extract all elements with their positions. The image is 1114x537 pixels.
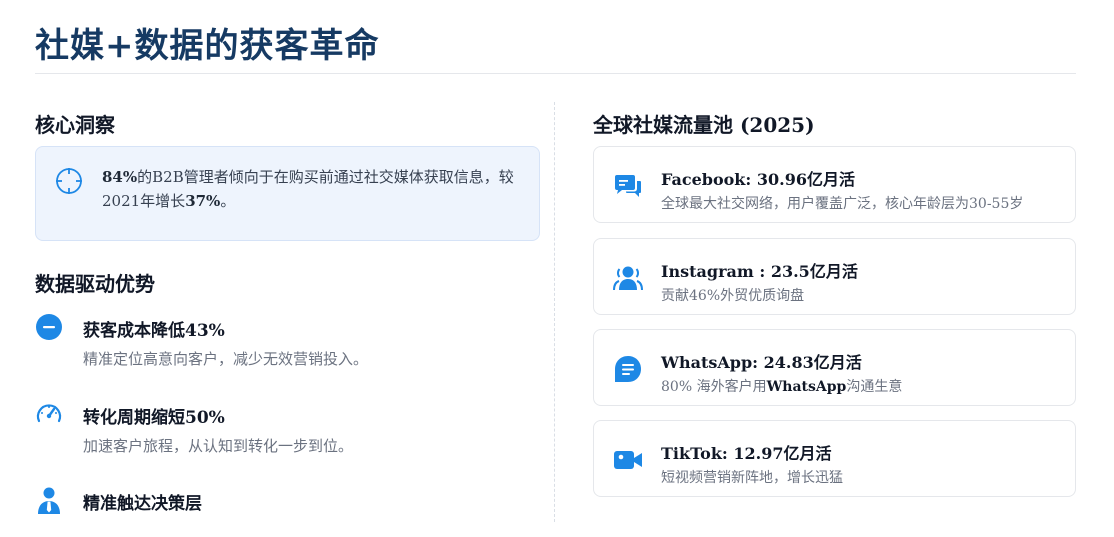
insight-main-text: 的B2B管理者倾向于在购买前通过社交媒体获取信息，较2021年增长 [102, 168, 514, 210]
insight-heading: 核心洞察 [35, 113, 115, 137]
advantage-title: 获客成本降低43% [83, 321, 225, 341]
advantage-desc: 加速客户旅程，从认知到转化一步到位。 [83, 437, 354, 455]
platform-title: Facebook: 30.96亿月活 [661, 170, 855, 189]
insight-card: 84%的B2B管理者倾向于在购买前通过社交媒体获取信息，较2021年增长37%。 [35, 146, 540, 241]
platform-desc-pre: 80% 海外客户用 [661, 379, 767, 395]
advantage-desc: 精准定位高意向客户，减少无效营销投入。 [83, 350, 369, 368]
advantage-title: 精准触达决策层 [83, 494, 202, 514]
insight-growth: 37% [185, 192, 221, 210]
platform-desc: 贡献46%外贸优质询盘 [661, 288, 805, 304]
page-title: 社媒+数据的获客革命 [35, 26, 380, 66]
platform-card-instagram: Instagram : 23.5亿月活 贡献46%外贸优质询盘 [593, 238, 1076, 315]
platform-card-facebook: Facebook: 30.96亿月活 全球最大社交网络，用户覆盖广泛，核心年龄层… [593, 146, 1076, 223]
platform-desc: 短视频营销新阵地，增长迅猛 [661, 470, 843, 486]
platform-card-whatsapp: WhatsApp: 24.83亿月活 80% 海外客户用WhatsApp沟通生意 [593, 329, 1076, 406]
speedometer-icon [36, 404, 62, 423]
traffic-heading: 全球社媒流量池 (2025) [593, 113, 815, 137]
platform-desc-bold: WhatsApp [766, 379, 847, 395]
platform-title: WhatsApp: 24.83亿月活 [661, 353, 862, 372]
advantages-heading: 数据驱动优势 [35, 272, 155, 296]
insight-pct: 84% [102, 168, 138, 186]
platform-title: TikTok: 12.97亿月活 [661, 444, 832, 463]
insight-end: 。 [220, 192, 236, 210]
users-icon [613, 266, 643, 291]
title-divider [35, 73, 1076, 74]
platform-title: Instagram : 23.5亿月活 [661, 262, 858, 281]
platform-desc: 80% 海外客户用WhatsApp沟通生意 [661, 376, 902, 396]
insight-text: 84%的B2B管理者倾向于在购买前通过社交媒体获取信息，较2021年增长37%。 [102, 165, 527, 213]
platform-desc-post: 沟通生意 [846, 379, 903, 395]
platform-card-tiktok: TikTok: 12.97亿月活 短视频营销新阵地，增长迅猛 [593, 420, 1076, 497]
crosshair-icon [56, 168, 82, 194]
column-divider [554, 102, 555, 522]
message-icon [615, 356, 641, 382]
minus-circle-icon [36, 314, 62, 340]
user-tie-icon [38, 487, 60, 514]
chat-bubbles-icon [615, 175, 641, 197]
advantage-title: 转化周期缩短50% [83, 408, 225, 428]
video-camera-icon [614, 451, 642, 469]
platform-desc: 全球最大社交网络，用户覆盖广泛，核心年龄层为30-55岁 [661, 196, 1024, 212]
